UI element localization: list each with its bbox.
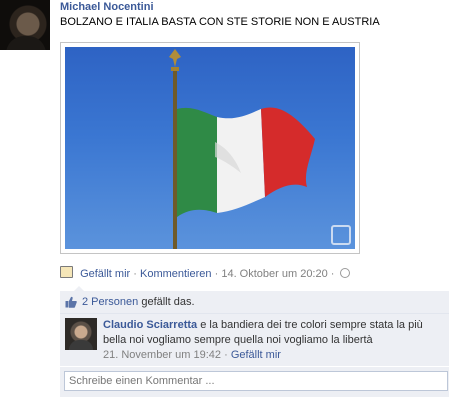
comment-input[interactable] bbox=[64, 371, 448, 391]
comment-timestamp[interactable]: 21. November um 19:42 bbox=[103, 349, 221, 361]
comment-composer bbox=[60, 367, 449, 397]
like-button[interactable]: Gefällt mir bbox=[80, 268, 130, 280]
comment-body: Claudio Sciarretta e la bandiera dei tre… bbox=[103, 318, 443, 363]
comment-item: Claudio Sciarretta e la bandiera dei tre… bbox=[60, 314, 449, 366]
author-avatar[interactable] bbox=[0, 0, 50, 50]
likes-suffix: gefällt das. bbox=[141, 296, 195, 308]
post-actions: Gefällt mir · Kommentieren · 14. Oktober… bbox=[60, 266, 350, 280]
pole-ornament bbox=[169, 49, 181, 67]
pole-cap bbox=[171, 67, 179, 71]
comment-author-link[interactable]: Claudio Sciarretta bbox=[103, 319, 197, 331]
comment-like-button[interactable]: Gefällt mir bbox=[231, 349, 281, 361]
separator: · bbox=[133, 268, 137, 280]
mobile-upload-icon bbox=[60, 266, 73, 278]
post-text: BOLZANO E ITALIA BASTA CON STE STORIE NO… bbox=[60, 16, 380, 28]
post-photo[interactable] bbox=[60, 42, 360, 254]
separator: · bbox=[330, 268, 335, 280]
separator: · bbox=[224, 349, 228, 361]
italian-flag-photo bbox=[65, 47, 355, 249]
post-author-link[interactable]: Michael Nocentini bbox=[60, 1, 154, 13]
likers-link[interactable]: 2 Personen bbox=[82, 296, 138, 308]
flag-green-stripe bbox=[177, 107, 217, 217]
flagpole bbox=[173, 69, 177, 249]
separator: · bbox=[214, 268, 219, 280]
globe-icon[interactable] bbox=[339, 268, 350, 278]
post-timestamp[interactable]: 14. Oktober um 20:20 bbox=[221, 268, 327, 280]
flag-illustration bbox=[169, 49, 315, 249]
watermark-icon bbox=[331, 225, 351, 245]
likes-text: 2 Personen gefällt das. bbox=[82, 296, 195, 308]
thumbs-up-icon bbox=[65, 296, 77, 308]
likes-summary: 2 Personen gefällt das. bbox=[60, 291, 449, 314]
avatar-silhouette bbox=[69, 340, 93, 350]
commenter-avatar[interactable] bbox=[65, 318, 97, 350]
flag-red-stripe bbox=[261, 107, 315, 197]
comment-button[interactable]: Kommentieren bbox=[140, 268, 212, 280]
avatar-silhouette bbox=[6, 36, 46, 50]
